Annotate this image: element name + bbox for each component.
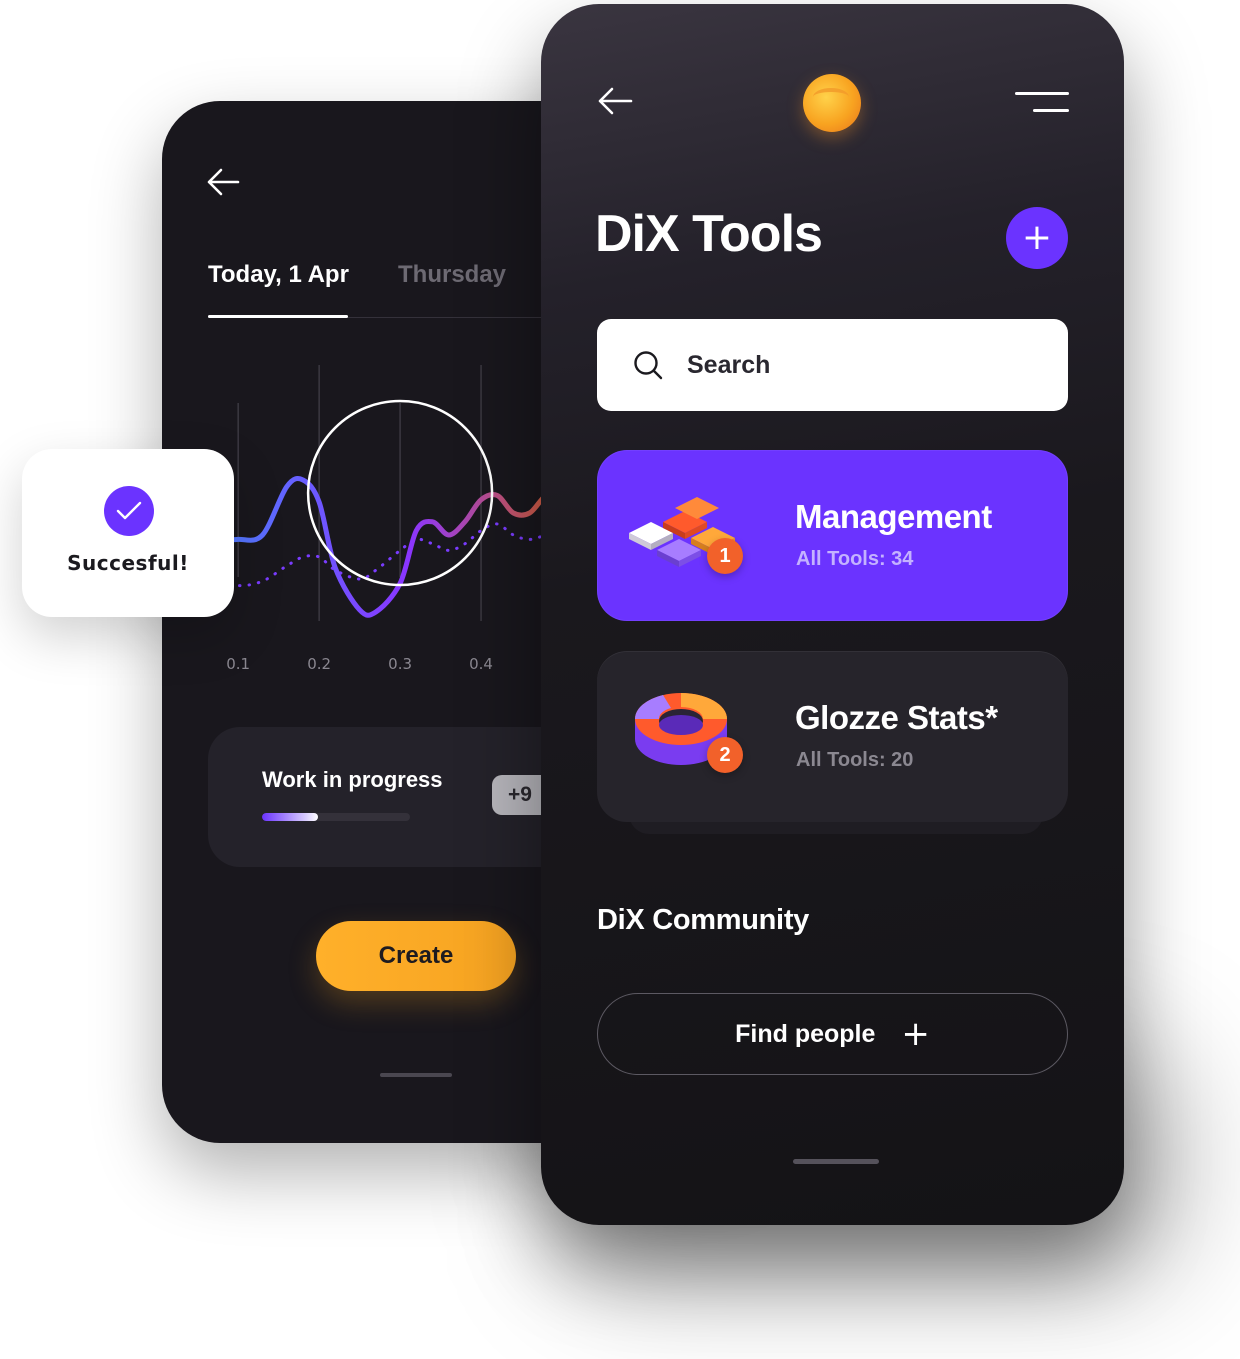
find-people-label: Find people <box>735 1019 876 1048</box>
dotted-series-line <box>220 522 564 588</box>
home-indicator <box>793 1159 879 1164</box>
page-title: DiX Tools <box>595 205 823 263</box>
tab-today[interactable]: Today, 1 Apr <box>208 261 349 289</box>
home-indicator <box>380 1073 452 1077</box>
back-arrow-icon[interactable] <box>597 86 633 116</box>
solid-series-line <box>219 476 565 618</box>
community-title: DiX Community <box>597 904 810 936</box>
tool-card-management[interactable]: 1 Management All Tools: 34 <box>597 450 1068 621</box>
tab-active-indicator <box>208 315 348 318</box>
search-bar[interactable] <box>597 319 1068 411</box>
tool-name: Management <box>795 498 992 535</box>
tool-name: Glozze Stats* <box>795 699 998 736</box>
back-arrow-icon[interactable] <box>206 167 240 197</box>
create-button[interactable]: Create <box>316 921 516 991</box>
x-tick-label: 0.3 <box>388 655 413 673</box>
toast-message: Succesful! <box>67 551 189 575</box>
tab-thursday[interactable]: Thursday <box>398 261 506 289</box>
x-tick-label: 0.2 <box>307 655 332 673</box>
search-icon <box>634 351 663 380</box>
wave-chart <box>219 365 565 621</box>
tool-count: All Tools: 20 <box>796 749 914 771</box>
tool-card-glozze-stats[interactable]: 2 Glozze Stats* All Tools: 20 <box>597 651 1068 822</box>
find-people-button[interactable]: Find people + <box>597 993 1068 1075</box>
success-toast: Succesful! <box>22 449 234 617</box>
menu-icon[interactable] <box>1015 90 1069 116</box>
progress-bar <box>262 813 410 821</box>
progress-fill <box>262 813 319 821</box>
tools-screen: DiX Tools + 1 Management All Tools: 34 <box>541 4 1124 1225</box>
puzzle-blocks-icon <box>629 497 735 567</box>
check-icon <box>104 486 154 536</box>
x-tick-label: 0.1 <box>226 655 251 673</box>
tool-number-badge: 2 <box>707 737 743 773</box>
donut-chart-icon <box>634 693 727 765</box>
tool-number-badge: 1 <box>707 538 743 574</box>
plus-icon: + <box>901 1014 930 1054</box>
progress-title: Work in progress <box>262 767 443 792</box>
tool-count: All Tools: 34 <box>796 548 914 570</box>
x-tick-label: 0.4 <box>469 655 493 673</box>
coin-avatar[interactable] <box>803 74 861 132</box>
add-tool-button[interactable]: + <box>1006 207 1068 269</box>
search-input[interactable] <box>685 349 1049 381</box>
